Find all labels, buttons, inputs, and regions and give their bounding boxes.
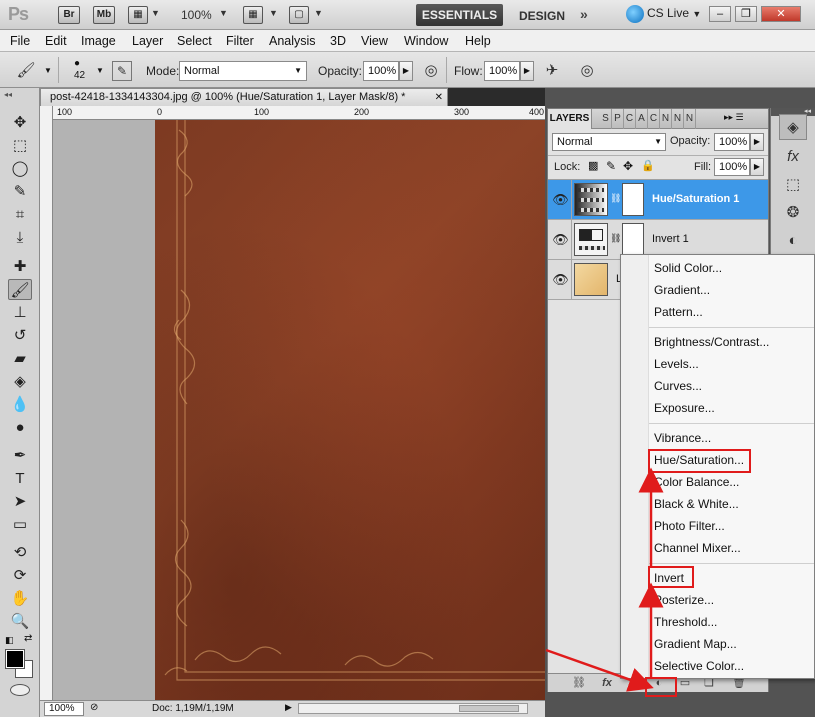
annotation-arrows: [545, 467, 664, 692]
